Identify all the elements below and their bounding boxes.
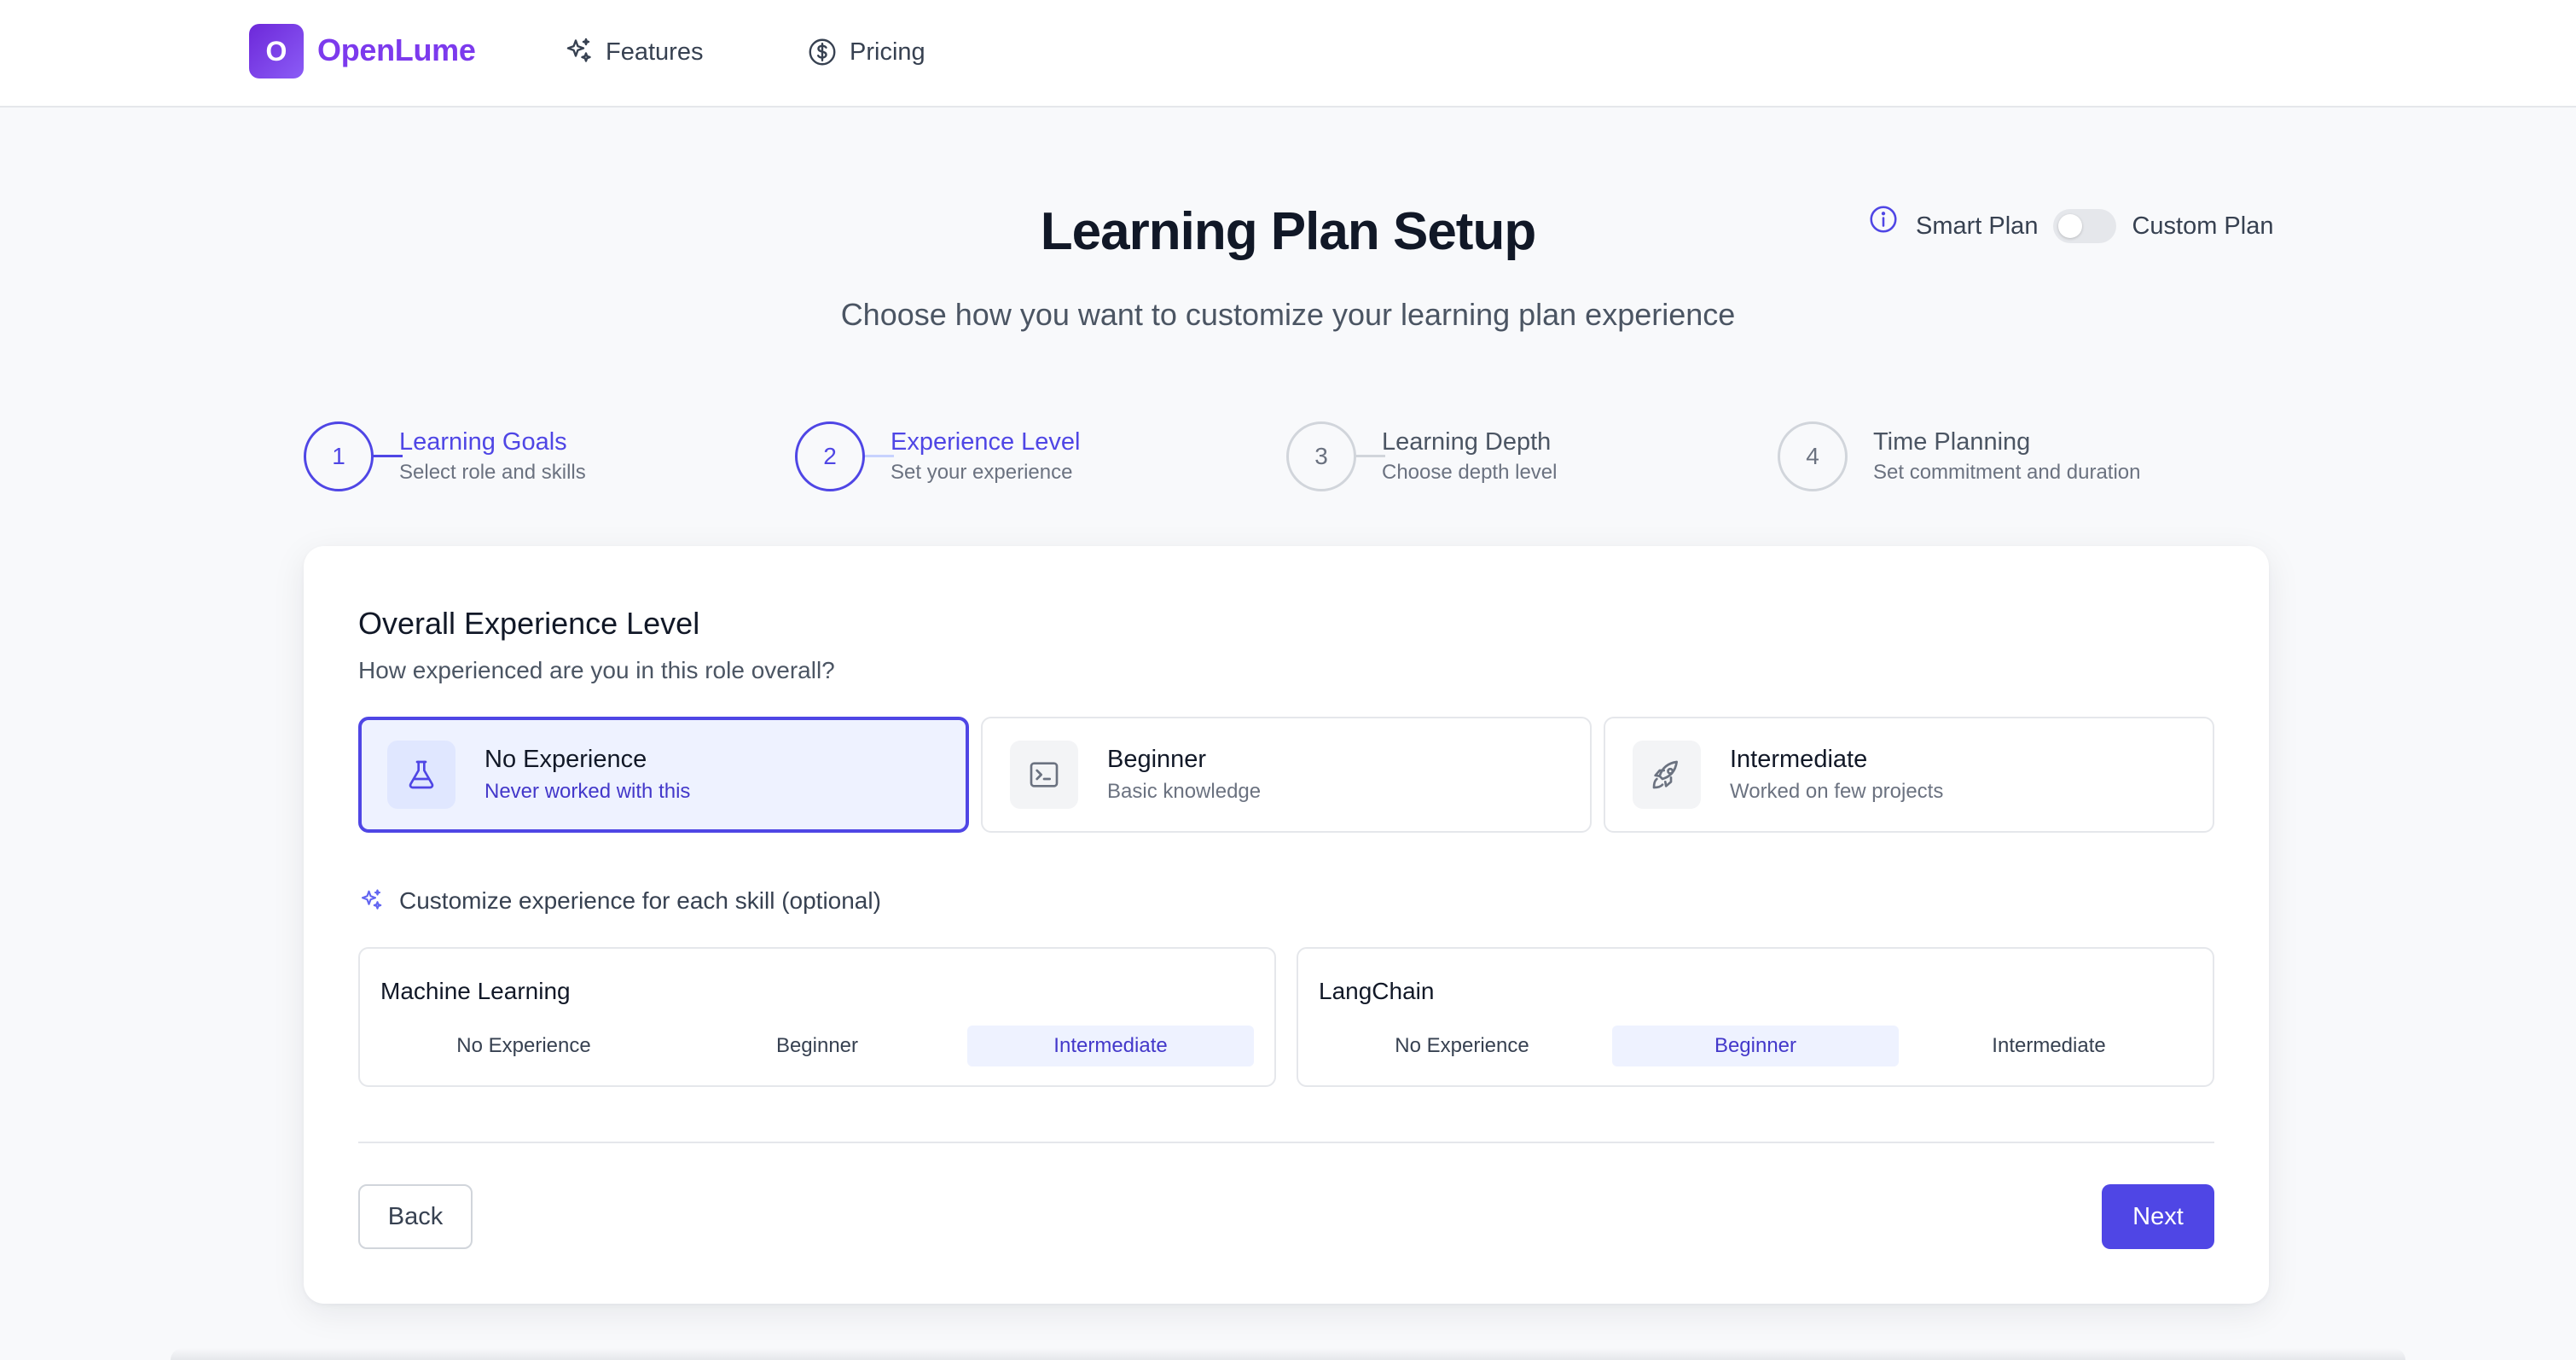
nav-pricing-label: Pricing — [850, 38, 925, 66]
skill-option-no-experience[interactable]: No Experience — [380, 1026, 667, 1066]
section-title: Overall Experience Level — [358, 606, 700, 641]
sparkles-icon — [566, 38, 591, 62]
nav-features-label: Features — [606, 38, 704, 66]
skill-option-beginner[interactable]: Beginner — [674, 1026, 960, 1066]
option-title: No Experience — [484, 746, 647, 773]
logo-icon[interactable]: O — [249, 24, 304, 78]
skill-level-selector: No Experience Beginner Intermediate — [1319, 1026, 2192, 1066]
step-description: Set commitment and duration — [1873, 461, 2141, 484]
customize-skills-label: Customize experience for each skill (opt… — [358, 887, 881, 915]
step-title: Learning Goals — [399, 428, 567, 456]
step-number: 3 — [1286, 421, 1356, 491]
top-nav: O OpenLume Features Pricing — [0, 0, 2576, 108]
level-option-no-experience[interactable]: No Experience Never worked with this — [358, 717, 969, 833]
customize-text: Customize experience for each skill (opt… — [399, 887, 881, 914]
skill-option-no-experience[interactable]: No Experience — [1319, 1026, 1605, 1066]
page-subtitle: Choose how you want to customize your le… — [840, 297, 1736, 332]
option-description: Worked on few projects — [1730, 780, 1944, 803]
back-button[interactable]: Back — [358, 1184, 473, 1249]
skill-name: Machine Learning — [380, 978, 571, 1004]
step-description: Set your experience — [891, 461, 1073, 484]
level-option-intermediate[interactable]: Intermediate Worked on few projects — [1604, 717, 2214, 833]
plan-toggle-switch[interactable] — [2053, 209, 2117, 243]
option-title: Intermediate — [1730, 746, 1868, 773]
skill-card-machine-learning: Machine Learning No Experience Beginner … — [358, 947, 1276, 1087]
step-number: 4 — [1778, 421, 1848, 491]
plan-mode-toggle: Smart Plan Custom Plan — [1868, 205, 2273, 247]
smart-plan-label: Smart Plan — [1916, 212, 2039, 240]
page-bottom-edge — [171, 1348, 2405, 1360]
flask-icon-box — [387, 741, 455, 809]
skill-card-langchain: LangChain No Experience Beginner Interme… — [1297, 947, 2214, 1087]
step-title: Time Planning — [1873, 428, 2031, 456]
step-description: Choose depth level — [1382, 461, 1558, 484]
terminal-icon-box — [1010, 741, 1078, 809]
option-description: Basic knowledge — [1107, 780, 1262, 803]
rocket-icon — [1652, 760, 1678, 789]
rocket-icon-box — [1633, 741, 1701, 809]
terminal-icon — [1030, 762, 1059, 788]
option-description: Never worked with this — [484, 780, 691, 803]
custom-plan-label: Custom Plan — [2132, 212, 2274, 240]
step-number: 2 — [795, 421, 865, 491]
step-title: Learning Depth — [1382, 428, 1552, 456]
next-button[interactable]: Next — [2102, 1184, 2214, 1249]
nav-pricing-link[interactable]: Pricing — [807, 32, 925, 72]
skill-option-beginner[interactable]: Beginner — [1612, 1026, 1899, 1066]
info-icon[interactable] — [1868, 204, 1899, 235]
section-subtitle: How experienced are you in this role ove… — [358, 657, 835, 683]
brand-name[interactable]: OpenLume — [317, 32, 476, 68]
nav-features-link[interactable]: Features — [563, 32, 703, 72]
step-number: 1 — [304, 421, 374, 491]
sparkles-icon — [361, 889, 382, 910]
divider — [358, 1142, 2214, 1143]
skill-name: LangChain — [1319, 978, 1435, 1004]
skill-option-intermediate[interactable]: Intermediate — [967, 1026, 1254, 1066]
step-title: Experience Level — [891, 428, 1081, 456]
experience-card: Overall Experience Level How experienced… — [304, 546, 2269, 1304]
skill-option-intermediate[interactable]: Intermediate — [1906, 1026, 2192, 1066]
step-description: Select role and skills — [399, 461, 586, 484]
skill-level-selector: No Experience Beginner Intermediate — [380, 1026, 1254, 1066]
level-option-beginner[interactable]: Beginner Basic knowledge — [981, 717, 1592, 833]
flask-icon — [409, 760, 434, 789]
dollar-circle-icon — [809, 38, 836, 66]
option-title: Beginner — [1107, 746, 1207, 773]
